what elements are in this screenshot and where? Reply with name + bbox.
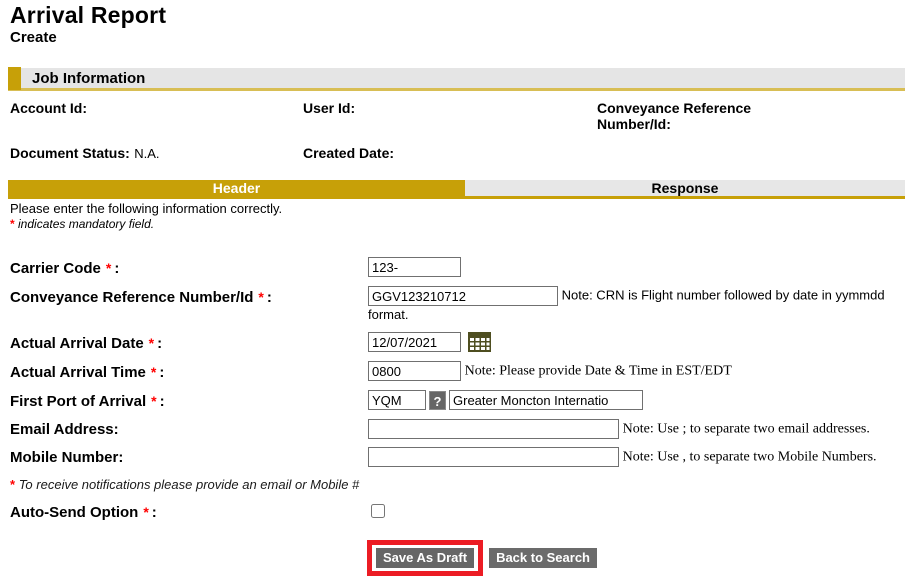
- email-note: Note: Use ; to separate two email addres…: [622, 421, 870, 437]
- arrival-report-form: Carrier Code*: Conveyance Reference Numb…: [10, 257, 905, 576]
- user-id-label: User Id:: [303, 100, 356, 116]
- arrival-date-row: Actual Arrival Date *:: [10, 332, 905, 354]
- arrival-date-input[interactable]: [368, 332, 461, 352]
- page-subtitle: Create: [10, 29, 57, 46]
- auto-send-checkbox[interactable]: [371, 504, 385, 518]
- tab-bar: Header Response: [8, 180, 905, 199]
- conveyance-reference-label-text: Conveyance Reference Number/Id: [10, 289, 254, 306]
- conveyance-reference-label: Conveyance Reference Number/Id:: [597, 100, 752, 132]
- created-date-label: Created Date:: [303, 145, 395, 161]
- email-label: Email Address:: [10, 419, 368, 440]
- required-asterisk: *: [258, 289, 264, 305]
- gold-accent-square: [8, 66, 21, 90]
- arrival-date-label: Actual Arrival Date *:: [10, 332, 368, 354]
- email-row: Email Address: Note: Use ; to separate t…: [10, 419, 905, 440]
- arrival-date-label-text: Actual Arrival Date: [10, 335, 144, 352]
- mobile-control: Note: Use , to separate two Mobile Numbe…: [368, 447, 905, 467]
- calendar-icon[interactable]: [468, 332, 491, 352]
- email-label-text: Email Address: [10, 421, 114, 438]
- first-port-code-input[interactable]: [368, 390, 426, 410]
- arrival-report-page: Arrival Report Create Job Information Ac…: [0, 0, 905, 576]
- carrier-code-label-text: Carrier Code: [10, 260, 101, 277]
- required-asterisk: *: [143, 504, 149, 520]
- carrier-code-row: Carrier Code *:: [10, 257, 905, 279]
- job-information-section-header: Job Information: [8, 66, 905, 91]
- page-title: Arrival Report: [10, 2, 167, 28]
- instructions-text: Please enter the following information c…: [10, 201, 283, 216]
- account-id-label: Account Id:: [10, 100, 87, 116]
- arrival-time-label: Actual Arrival Time *:: [10, 361, 368, 383]
- mobile-note: Note: Use , to separate two Mobile Numbe…: [622, 449, 877, 465]
- first-port-control: ?: [368, 390, 905, 410]
- save-as-draft-button[interactable]: Save As Draft: [376, 548, 475, 568]
- mobile-label: Mobile Number:: [10, 447, 368, 468]
- mandatory-field-note: * indicates mandatory field.: [10, 217, 905, 232]
- carrier-code-control: [368, 257, 905, 277]
- conveyance-reference-row: Conveyance Reference Number/Id*: Note: C…: [10, 286, 905, 323]
- notification-requirement-note: * To receive notifications please provid…: [10, 478, 372, 492]
- auto-send-label-text: Auto-Send Option: [10, 504, 139, 521]
- label-colon: :: [159, 393, 165, 410]
- label-colon: :: [113, 421, 119, 438]
- label-colon: :: [157, 335, 163, 352]
- auto-send-label: Auto-Send Option *:: [10, 501, 368, 523]
- arrival-time-input[interactable]: [368, 361, 461, 381]
- arrival-time-row: Actual Arrival Time*: Note: Please provi…: [10, 361, 905, 383]
- first-port-label: First Port of Arrival *:: [10, 390, 368, 412]
- email-input[interactable]: [368, 419, 619, 439]
- document-status-value: N.A.: [134, 146, 160, 161]
- carrier-code-label: Carrier Code *:: [10, 257, 368, 279]
- label-colon: :: [159, 364, 165, 381]
- port-lookup-help-button[interactable]: ?: [429, 390, 446, 410]
- mobile-row: Mobile Number: Note: Use , to separate t…: [10, 447, 905, 468]
- job-information-grid: Account Id: User Id: Conveyance Referenc…: [10, 91, 905, 175]
- label-colon: :: [118, 449, 124, 466]
- back-to-search-button[interactable]: Back to Search: [489, 548, 597, 568]
- first-port-name-input[interactable]: [449, 390, 643, 410]
- email-control: Note: Use ; to separate two email addres…: [368, 419, 905, 439]
- auto-send-control: [368, 501, 905, 522]
- first-port-label-text: First Port of Arrival: [10, 393, 147, 410]
- job-information-title: Job Information: [32, 69, 146, 87]
- auto-send-row: Auto-Send Option *:: [10, 501, 905, 523]
- conveyance-reference-field-label: Conveyance Reference Number/Id *:: [10, 286, 368, 308]
- notification-note-asterisk: *: [10, 477, 16, 492]
- mobile-label-text: Mobile Number: [10, 449, 119, 466]
- tab-header[interactable]: Header: [8, 180, 465, 199]
- arrival-time-control: Note: Please provide Date & Time in EST/…: [368, 361, 905, 381]
- mobile-input[interactable]: [368, 447, 619, 467]
- carrier-code-input[interactable]: [368, 257, 461, 277]
- arrival-time-note: Note: Please provide Date & Time in EST/…: [464, 363, 732, 379]
- conveyance-reference-input[interactable]: [368, 286, 558, 306]
- mandatory-note-text: indicates mandatory field.: [18, 217, 155, 231]
- required-asterisk: *: [150, 364, 157, 380]
- document-status-label: Document Status:: [10, 145, 130, 161]
- conveyance-reference-control: Note: CRN is Flight number followed by d…: [368, 286, 905, 323]
- label-colon: :: [114, 260, 120, 277]
- label-colon: :: [151, 504, 157, 521]
- required-asterisk: *: [105, 260, 112, 276]
- arrival-time-label-text: Actual Arrival Time: [10, 364, 146, 381]
- required-asterisk: *: [151, 393, 157, 409]
- document-status-field: Document Status: N.A.: [10, 145, 303, 163]
- mandatory-asterisk: *: [10, 217, 15, 231]
- first-port-row: First Port of Arrival*: ?: [10, 390, 905, 412]
- required-asterisk: *: [148, 335, 155, 351]
- label-colon: :: [266, 289, 272, 306]
- job-grid-spacer: [597, 145, 905, 163]
- tab-response[interactable]: Response: [465, 180, 905, 199]
- arrival-date-control: [368, 332, 905, 352]
- notification-note-text: To receive notifications please provide …: [18, 477, 360, 492]
